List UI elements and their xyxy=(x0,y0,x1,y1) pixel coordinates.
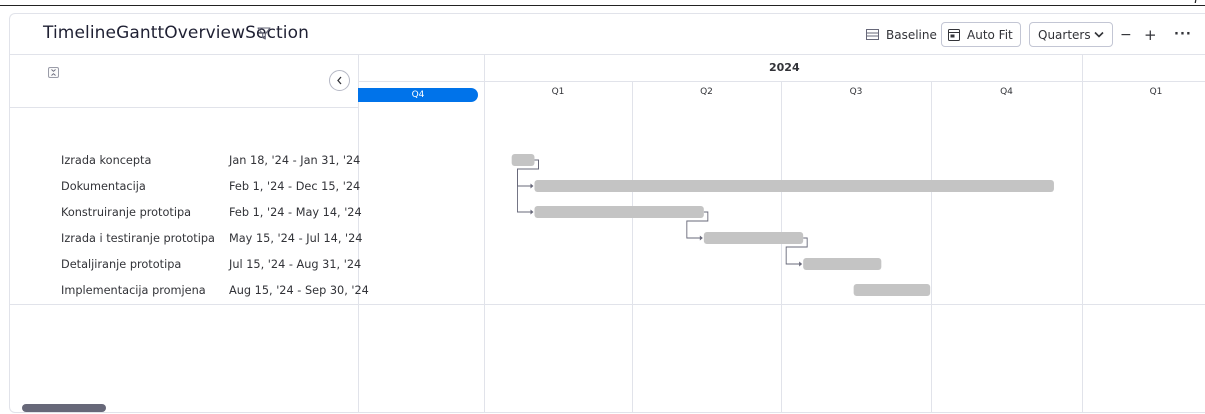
dependency-arrow xyxy=(530,183,534,189)
gantt-bar[interactable] xyxy=(534,206,704,218)
gantt-bar[interactable] xyxy=(703,232,804,244)
gantt-widget: TimelineGanttOverviewSection Baseline Au… xyxy=(9,13,1205,413)
gantt-chart xyxy=(511,154,1054,296)
gantt-bar[interactable] xyxy=(803,258,882,270)
dependency-arrow xyxy=(799,261,803,267)
corner-mark: p xyxy=(1194,0,1203,4)
top-rule xyxy=(0,5,1205,6)
gantt-bar[interactable] xyxy=(853,284,931,296)
dependency-arrow xyxy=(699,235,703,241)
gantt-bar[interactable] xyxy=(534,180,1054,192)
horizontal-scrollbar-thumb[interactable] xyxy=(22,404,106,412)
gantt-bar[interactable] xyxy=(511,154,535,166)
dependency-arrow xyxy=(530,209,534,215)
